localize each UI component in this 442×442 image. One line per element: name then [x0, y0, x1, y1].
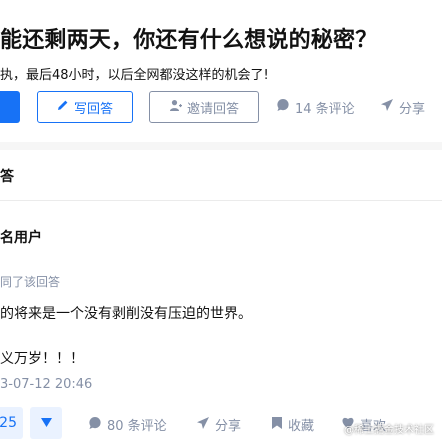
question-share-label: 分享	[399, 101, 426, 117]
answer-paragraph: 义万岁！！！	[0, 351, 84, 367]
downvote-button[interactable]	[30, 407, 62, 439]
question-share-button[interactable]: 分享	[380, 91, 425, 123]
answers-title: 答	[0, 169, 14, 185]
triangle-down-icon	[40, 416, 52, 430]
question-comments-label: 14 条评论	[295, 101, 355, 117]
upvote-count: 25	[0, 415, 17, 431]
bookmark-icon	[271, 416, 283, 434]
write-answer-label: 写回答	[73, 101, 113, 117]
follow-question-button[interactable]	[0, 91, 20, 123]
upvote-button[interactable]: 25	[0, 407, 23, 439]
answer-share-label: 分享	[215, 419, 242, 434]
question-title: 能还剩两天，你还有什么想说的秘密？	[0, 28, 378, 53]
answer-paragraph: 的将来是一个没有剥削没有压迫的世界。	[0, 306, 252, 322]
answer-comments-label: 80 条评论	[107, 419, 167, 434]
favorite-label: 收藏	[288, 419, 315, 434]
question-description: 执，最后48小时，以后全网都没这样的机会了!	[0, 68, 269, 83]
answer-item: 名用户 同了该回答 的将来是一个没有剥削没有压迫的世界。 义万岁！！！ 3-07…	[0, 201, 442, 442]
comment-bubble-icon	[276, 98, 290, 116]
question-header: 能还剩两天，你还有什么想说的秘密？ 执，最后48小时，以后全网都没这样的机会了!…	[0, 0, 442, 142]
pencil-icon	[57, 99, 69, 115]
site-watermark: @稀土掘金技术社区	[344, 425, 434, 436]
answer-agree-note: 同了该回答	[0, 275, 61, 289]
answers-section-header: 答	[0, 150, 442, 201]
paper-plane-icon	[196, 416, 210, 434]
write-answer-button[interactable]: 写回答	[37, 91, 133, 123]
favorite-button[interactable]: 收藏	[271, 415, 314, 434]
answer-timestamp[interactable]: 3-07-12 20:46	[0, 377, 92, 392]
invite-user-icon	[169, 99, 182, 116]
answer-share-button[interactable]: 分享	[196, 415, 241, 434]
answer-author-name[interactable]: 名用户	[0, 227, 42, 247]
invite-answer-label: 邀请回答	[186, 101, 239, 117]
invite-answer-button[interactable]: 邀请回答	[149, 91, 259, 123]
question-comments-button[interactable]: 14 条评论	[276, 91, 355, 123]
comment-bubble-icon	[88, 416, 102, 434]
answer-comments-button[interactable]: 80 条评论	[88, 415, 167, 434]
paper-plane-icon	[380, 98, 394, 116]
